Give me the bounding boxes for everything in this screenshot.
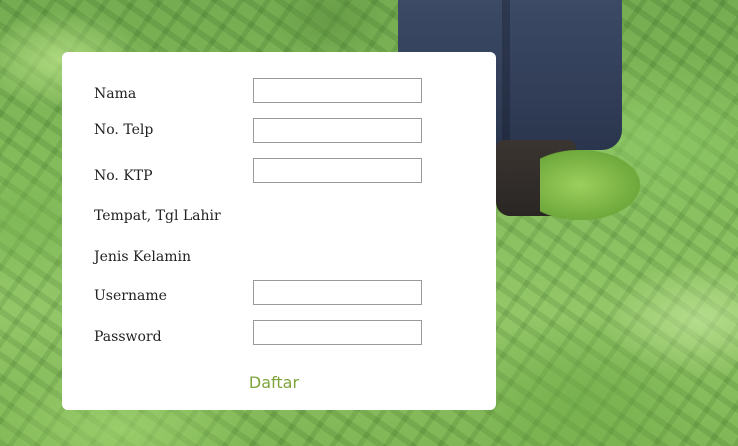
nama-label: Nama (94, 86, 137, 102)
username-label: Username (94, 288, 167, 304)
daftar-button[interactable]: Daftar (234, 370, 314, 394)
tempat-tgl-lahir-label: Tempat, Tgl Lahir (94, 208, 221, 224)
no-telp-label: No. Telp (94, 122, 154, 138)
username-input[interactable] (253, 280, 422, 305)
password-label: Password (94, 329, 162, 345)
password-input[interactable] (253, 320, 422, 345)
no-ktp-input[interactable] (253, 158, 422, 183)
jenis-kelamin-label: Jenis Kelamin (94, 249, 191, 265)
no-telp-input[interactable] (253, 118, 422, 143)
leaf-image (540, 150, 640, 220)
no-ktp-label: No. KTP (94, 168, 153, 184)
registration-form-card: Nama No. Telp No. KTP Tempat, Tgl Lahir … (62, 52, 496, 410)
nama-input[interactable] (253, 78, 422, 103)
